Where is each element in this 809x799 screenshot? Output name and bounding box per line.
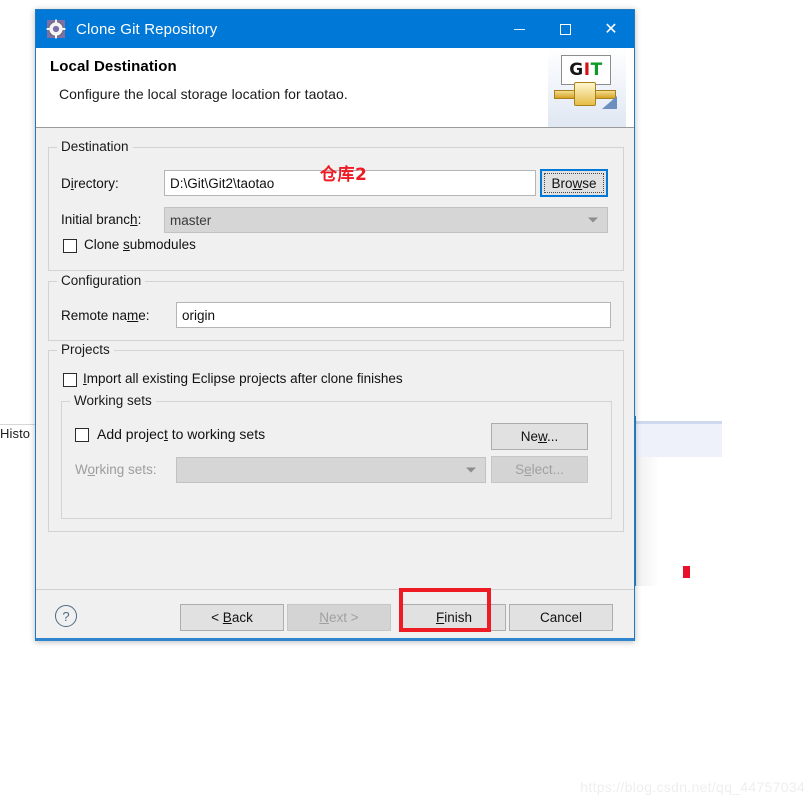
add-project-post: to working sets (167, 426, 266, 442)
background-red-marker (683, 566, 690, 578)
dialog-bottom-accent (36, 638, 634, 641)
annotation-finish-highlight (399, 588, 491, 632)
clone-submodules-pre: Clone (84, 237, 124, 252)
working-sets-label: Working sets: (75, 462, 157, 477)
chevron-down-icon (588, 217, 598, 223)
clone-git-repository-dialog: Clone Git Repository ✕ Local Destination… (35, 9, 635, 641)
maximize-button[interactable] (542, 10, 588, 48)
next-button[interactable]: Next > (287, 604, 391, 631)
branch-label-mnemonic: h (130, 212, 138, 227)
clone-submodules-post: ubmodules (129, 237, 196, 252)
back-button-label: < Back (211, 610, 253, 625)
dialog-header: Local Destination Configure the local st… (36, 48, 634, 128)
close-icon: ✕ (604, 19, 618, 38)
cancel-button-label: Cancel (539, 610, 583, 625)
background-right-band (636, 424, 722, 457)
git-logo-connector (574, 82, 596, 106)
cancel-button[interactable]: Cancel (509, 604, 613, 631)
minimize-icon (513, 28, 525, 30)
working-sets-combo[interactable] (176, 457, 486, 483)
git-logo-g: G (569, 60, 584, 80)
help-icon[interactable]: ? (55, 605, 77, 627)
git-banner-logo: GIT (548, 48, 626, 127)
import-projects-label[interactable]: Import all existing Eclipse projects aft… (83, 371, 403, 386)
remote-name-input[interactable]: origin (176, 302, 611, 328)
configuration-group-title: Configuration (57, 273, 146, 288)
destination-group-title: Destination (57, 139, 133, 154)
remote-label-mnemonic: m (127, 308, 139, 323)
minimize-button[interactable] (496, 10, 542, 48)
remote-label-post: e: (138, 308, 150, 323)
background-right-fade (636, 457, 660, 586)
background-history-tab[interactable]: Histo (0, 426, 30, 441)
directory-value: D:\Git\Git2\taotao (170, 175, 275, 191)
select-button-label: Select... (515, 462, 564, 477)
new-button-label: New... (520, 429, 559, 444)
branch-label-pre: Initial branc (61, 212, 131, 227)
projects-group-title: Projects (57, 342, 114, 357)
watermark: https://blog.csdn.net/qq_44757034 (580, 779, 805, 795)
working-sets-label-pre: W (75, 462, 88, 477)
clone-submodules-checkbox[interactable] (63, 239, 77, 253)
branch-label-post: : (137, 212, 142, 227)
clone-submodules-mnemonic: s (123, 237, 130, 252)
select-working-set-button[interactable]: Select... (491, 456, 588, 483)
next-button-label: Next > (319, 610, 359, 625)
git-logo-t: T (590, 60, 603, 80)
directory-label-pre: D (61, 176, 71, 191)
remote-label-pre: Remote na (61, 308, 128, 323)
window-controls: ✕ (496, 10, 634, 48)
working-sets-label-post: rking sets: (95, 462, 157, 477)
remote-name-value: origin (182, 307, 216, 323)
page-subtitle: Configure the local storage location for… (59, 86, 348, 102)
back-button[interactable]: < Back (180, 604, 284, 631)
clone-submodules-label[interactable]: Clone submodules (84, 237, 196, 252)
directory-label: Directory: (61, 176, 119, 191)
add-project-pre: Add projec (97, 426, 164, 442)
add-project-to-working-sets-label[interactable]: Add project to working sets (97, 426, 265, 442)
maximize-icon (559, 23, 571, 35)
page-title: Local Destination (50, 58, 177, 75)
working-sets-label-mnemonic: o (87, 462, 96, 477)
add-project-to-working-sets-checkbox[interactable] (75, 428, 89, 442)
initial-branch-combo[interactable]: master (164, 207, 608, 233)
initial-branch-label: Initial branch: (61, 212, 141, 227)
git-logo-plate: GIT (561, 55, 611, 85)
browse-button[interactable]: Browse (540, 169, 608, 197)
initial-branch-value: master (170, 212, 212, 228)
dialog-titlebar[interactable]: Clone Git Repository ✕ (36, 10, 634, 48)
dialog-title: Clone Git Repository (76, 20, 218, 38)
import-projects-checkbox[interactable] (63, 373, 77, 387)
dialog-body: Destination Directory: D:\Git\Git2\taota… (36, 128, 634, 589)
chevron-down-icon-working-sets (466, 467, 476, 473)
working-sets-group-title: Working sets (70, 393, 156, 408)
close-button[interactable]: ✕ (588, 10, 634, 48)
import-projects-post: mport all existing Eclipse projects afte… (86, 371, 403, 386)
dialog-footer: ? < Back Next > Finish Cancel (36, 589, 634, 641)
remote-name-label: Remote name: (61, 308, 150, 323)
browse-focus-ring (544, 173, 604, 193)
new-working-set-button[interactable]: New... (491, 423, 588, 450)
annotation-repo-label: 仓库2 (320, 165, 368, 185)
git-logo-i: I (583, 60, 591, 80)
git-logo-triangle (602, 96, 617, 109)
git-repository-icon (46, 19, 66, 39)
directory-label-post: rectory: (73, 176, 119, 191)
